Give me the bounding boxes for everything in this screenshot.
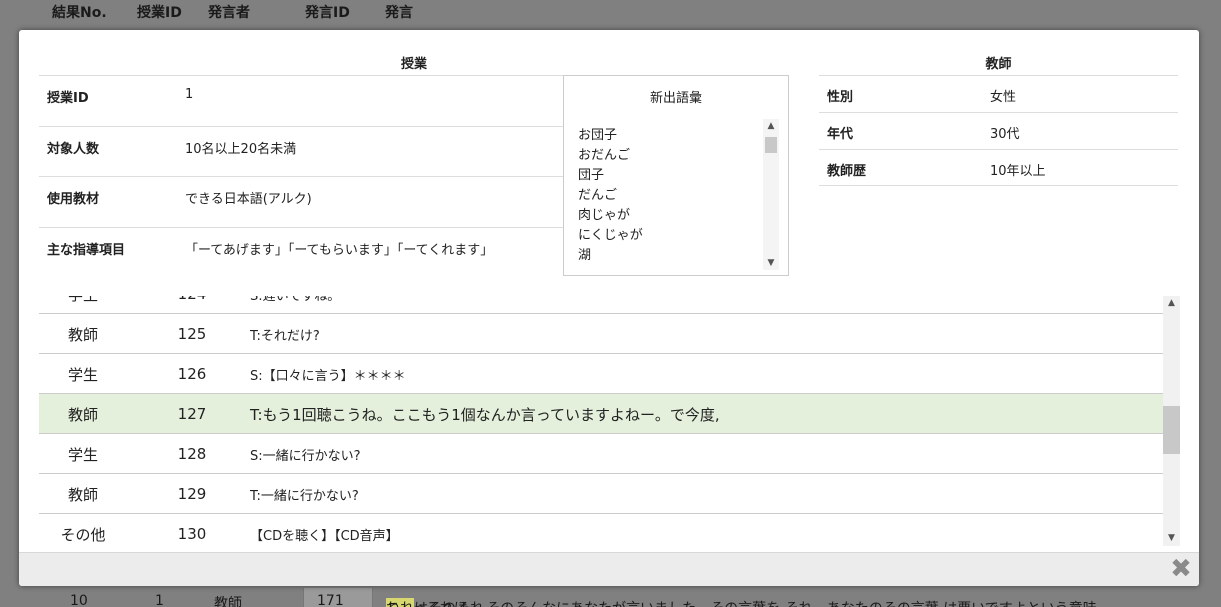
- lesson-value: 「ーてあげます」「ーてもらいます」「ーてくれます」: [185, 242, 494, 258]
- teacher-row-gender: 性別 女性: [819, 75, 1178, 112]
- utterance-text: T:もう1回聴こうね。ここもう1個なんか言っていますよねー。で今度,: [250, 406, 720, 424]
- teacher-value: 女性: [990, 90, 1017, 105]
- lesson-value: できる日本語(アルク): [185, 192, 312, 207]
- bg-speaker: 教師: [214, 596, 242, 607]
- bg-text-before: T:あっそれは一 そのそんなにあなたが言いました。その言葉を それ、あなたのその…: [386, 598, 1097, 607]
- lesson-row-teaching-items: 主な指導項目 「ーてあげます」「ーてもらいます」「ーてくれます」: [39, 226, 564, 278]
- utterance-id: 129: [177, 485, 207, 503]
- speaker: 学生: [67, 446, 98, 464]
- new-vocabulary-box[interactable]: 新出語彙 お団子 おだんご 団子 だんご 肉じゃが にくじゃが 湖 ▲ ▼: [563, 75, 789, 276]
- speaker: その他: [60, 526, 106, 544]
- close-icon[interactable]: ✖: [1169, 556, 1193, 582]
- teacher-label: 性別: [827, 90, 854, 105]
- lesson-label: 主な指導項目: [47, 242, 126, 258]
- utterance-row[interactable]: 学生 128 S:一緒に行かない?: [39, 434, 1163, 474]
- scroll-up-icon[interactable]: ▲: [1163, 296, 1180, 311]
- utterance-text: S:遅いですね。: [250, 296, 341, 304]
- utterance-id: 126: [177, 365, 207, 383]
- teacher-info-table: 性別 女性 年代 30代 教師歴 10年以上: [819, 75, 1178, 186]
- lesson-info-table: 授業ID 1 対象人数 10名以上20名未満 使用教材 できる日本語(アルク) …: [39, 75, 564, 277]
- header-result-no: 結果No.: [52, 5, 107, 21]
- vocabulary-item: だんご: [578, 188, 618, 203]
- lesson-value: 1: [185, 87, 194, 102]
- teacher-value: 30代: [990, 127, 1020, 142]
- lesson-label: 授業ID: [47, 91, 89, 106]
- lesson-label: 使用教材: [47, 192, 100, 207]
- utterance-row[interactable]: 教師 129 T:一緒に行かない?: [39, 474, 1163, 514]
- utterance-text: 【CDを聴く】【CD音声】: [250, 529, 399, 544]
- utterance-text: T:それだけ?: [250, 329, 320, 344]
- scrollbar-thumb[interactable]: [765, 137, 777, 153]
- lesson-heading: 授業: [400, 57, 427, 72]
- scrollbar-thumb[interactable]: [1163, 406, 1180, 454]
- utterance-id: 124: [159, 296, 225, 303]
- lesson-row-textbook: 使用教材 できる日本語(アルク): [39, 176, 564, 227]
- vocabulary-item: 肉じゃが: [578, 208, 631, 223]
- speaker: 教師: [67, 326, 98, 344]
- vocabulary-item: おだんご: [578, 148, 631, 163]
- utterance-list[interactable]: 学生 124 S:遅いですね。 教師 125 T:それだけ? 学生 126 S:…: [39, 296, 1180, 546]
- lesson-row-id: 授業ID 1: [39, 75, 564, 126]
- utterance-text: S:一緒に行かない?: [250, 449, 361, 464]
- speaker: 教師: [67, 486, 98, 504]
- teacher-heading: 教師: [985, 57, 1012, 72]
- utterance-row[interactable]: その他 130 【CDを聴く】【CD音声】: [39, 514, 1163, 546]
- lesson-value: 10名以上20名未満: [185, 141, 297, 157]
- utterance-text: S:【口々に言う】＊＊＊＊: [250, 369, 406, 384]
- scroll-down-icon[interactable]: ▼: [763, 256, 779, 270]
- utterance-text: T:一緒に行かない?: [250, 489, 359, 504]
- vocabulary-title: 新出語彙: [649, 91, 702, 106]
- utterance-id: 127: [177, 405, 207, 423]
- vocabulary-item: お団子: [578, 128, 618, 143]
- scroll-down-icon[interactable]: ▼: [1163, 531, 1180, 546]
- speaker: 学生: [39, 296, 127, 305]
- bg-utterance-id: 171: [317, 593, 344, 607]
- lesson-label: 対象人数: [47, 141, 100, 157]
- speaker: 教師: [67, 406, 98, 424]
- utterance-id: 130: [177, 525, 207, 543]
- vocabulary-item: にくじゃが: [578, 228, 643, 243]
- vocabulary-item: 団子: [578, 168, 605, 183]
- vocabulary-scrollbar[interactable]: ▲ ▼: [763, 119, 779, 270]
- scroll-up-icon[interactable]: ▲: [763, 119, 779, 133]
- background-table-header: 結果No. 授業ID 発言者 発言ID 発言: [0, 0, 1221, 22]
- utterance-id: 125: [177, 325, 207, 343]
- utterance-row[interactable]: 学生 126 S:【口々に言う】＊＊＊＊: [39, 354, 1163, 394]
- utterance-row[interactable]: 学生 124 S:遅いですね。: [39, 296, 1163, 314]
- detail-modal: 授業 授業ID 1 対象人数 10名以上20名未満 使用教材 できる日本語(アル…: [19, 30, 1199, 586]
- header-lesson-id: 授業ID: [137, 5, 182, 21]
- utterance-id: 128: [177, 445, 207, 463]
- teacher-label: 年代: [827, 127, 854, 142]
- utterance-row[interactable]: 教師 125 T:それだけ?: [39, 314, 1163, 354]
- teacher-row-experience: 教師歴 10年以上: [819, 149, 1178, 186]
- lesson-row-class-size: 対象人数 10名以上20名未満: [39, 125, 564, 177]
- bg-text-after: これはそのそれ: [386, 598, 484, 607]
- header-utterance-id: 発言ID: [305, 5, 350, 21]
- utterance-scrollbar[interactable]: ▲ ▼: [1163, 296, 1180, 546]
- teacher-row-age: 年代 30代: [819, 112, 1178, 149]
- modal-footer: ✖: [19, 552, 1199, 586]
- bg-lesson-id: 1: [155, 593, 164, 607]
- bg-result-no: 10: [70, 593, 88, 607]
- teacher-value: 10年以上: [990, 164, 1046, 179]
- header-utterance: 発言: [385, 5, 413, 21]
- utterance-row-selected[interactable]: 教師 127 T:もう1回聴こうね。ここもう1個なんか言っていますよねー。で今度…: [39, 394, 1163, 434]
- background-table-row: 10 1 教師 171 T:あっそれは一 そのそんなにあなたが言いました。その言…: [0, 588, 1221, 607]
- teacher-label: 教師歴: [827, 164, 867, 179]
- header-speaker: 発言者: [208, 5, 250, 21]
- vocabulary-item: 湖: [578, 248, 592, 263]
- vocabulary-list: お団子 おだんご 団子 だんご 肉じゃが にくじゃが 湖: [578, 126, 643, 266]
- speaker: 学生: [67, 366, 98, 384]
